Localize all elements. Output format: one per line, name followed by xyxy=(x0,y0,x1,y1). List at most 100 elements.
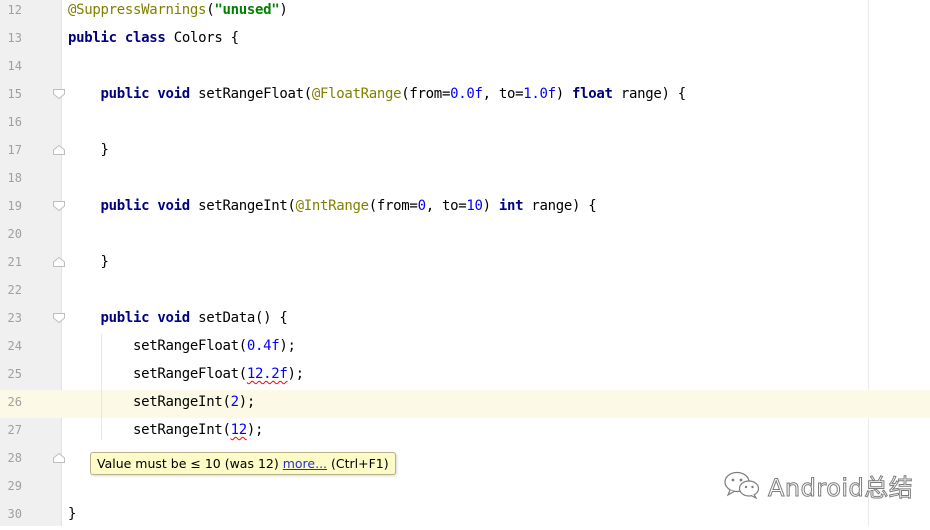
code-line[interactable]: 17 } xyxy=(0,138,930,166)
line-number: 13 xyxy=(7,31,22,45)
code-token: } xyxy=(68,254,109,270)
tooltip-shortcut: (Ctrl+F1) xyxy=(327,456,389,471)
code-text[interactable]: public void setRangeInt(@IntRange(from=0… xyxy=(68,194,597,222)
code-token: 0.4f xyxy=(246,338,280,354)
wechat-icon xyxy=(724,471,760,499)
code-token: 0 xyxy=(417,198,426,214)
line-number: 19 xyxy=(7,199,22,213)
code-line[interactable]: 14 xyxy=(0,54,930,82)
code-token: } xyxy=(68,506,77,522)
line-number: 27 xyxy=(7,423,22,437)
tooltip-more-link[interactable]: more... xyxy=(283,456,327,471)
code-token: ); xyxy=(279,338,296,354)
line-number: 12 xyxy=(7,3,22,17)
code-line[interactable]: 16 xyxy=(0,110,930,138)
code-token: (from= xyxy=(368,198,418,214)
code-text[interactable]: } xyxy=(68,138,109,166)
line-number: 22 xyxy=(7,283,22,297)
code-text[interactable]: public class Colors { xyxy=(68,26,239,54)
code-line[interactable]: 21 } xyxy=(0,250,930,278)
watermark-text: Android总结 xyxy=(767,473,914,502)
line-number: 23 xyxy=(7,311,22,325)
code-text[interactable]: public void setData() { xyxy=(68,306,288,334)
code-line[interactable]: 19 public void setRangeInt(@IntRange(fro… xyxy=(0,194,930,222)
code-token: Colors { xyxy=(173,30,239,46)
line-number: 24 xyxy=(7,339,22,353)
code-token: } xyxy=(68,142,109,158)
code-token: setRangeFloat( xyxy=(68,338,247,354)
code-token: (from= xyxy=(401,86,451,102)
code-text[interactable]: setRangeFloat(0.4f); xyxy=(68,334,296,362)
fold-close-icon[interactable] xyxy=(53,453,65,463)
code-line[interactable]: 25 setRangeFloat(12.2f); xyxy=(0,362,930,390)
code-token: ); xyxy=(287,366,305,382)
code-token: ) xyxy=(555,86,573,102)
code-token: public void xyxy=(68,198,199,214)
line-number: 26 xyxy=(7,395,22,409)
code-text[interactable]: setRangeFloat(12.2f); xyxy=(68,362,304,390)
code-line[interactable]: 12 @SuppressWarnings("unused") xyxy=(0,0,930,26)
code-token: setRangeInt( xyxy=(68,422,231,438)
line-number: 17 xyxy=(7,143,22,157)
tooltip-message: Value must be ≤ 10 (was 12) xyxy=(97,456,283,471)
code-line[interactable]: 22 xyxy=(0,278,930,306)
code-text[interactable]: } xyxy=(68,250,109,278)
code-token: 2 xyxy=(230,394,239,410)
code-token: ) xyxy=(279,2,288,18)
line-number: 21 xyxy=(7,255,22,269)
code-token: @FloatRange xyxy=(311,86,402,102)
code-token: int xyxy=(498,198,532,214)
code-token: ); xyxy=(246,422,264,438)
code-token: ) xyxy=(482,198,499,214)
code-line[interactable]: 18 xyxy=(0,166,930,194)
code-text[interactable]: setRangeInt(12); xyxy=(68,418,263,446)
watermark: Android总结 xyxy=(724,468,913,502)
code-line[interactable]: 27 setRangeInt(12); xyxy=(0,418,930,446)
code-line[interactable]: 13 public class Colors { xyxy=(0,26,930,54)
code-token: 12.2f xyxy=(246,366,288,382)
code-token: setRangeFloat( xyxy=(198,86,312,102)
code-text[interactable]: setRangeInt(2); xyxy=(68,390,255,418)
code-token: , to= xyxy=(482,86,524,102)
line-number: 28 xyxy=(7,451,22,465)
code-editor[interactable]: 12 @SuppressWarnings("unused") 13 public cl… xyxy=(0,0,930,526)
fold-open-icon[interactable] xyxy=(53,201,65,211)
code-token: , to= xyxy=(425,198,467,214)
code-text[interactable]: @SuppressWarnings("unused") xyxy=(68,0,288,26)
inspection-tooltip: Value must be ≤ 10 (was 12) more... (Ctr… xyxy=(90,452,396,475)
code-line[interactable]: 20 xyxy=(0,222,930,250)
code-token: @SuppressWarnings xyxy=(68,2,207,18)
code-line[interactable]: 24 setRangeFloat(0.4f); xyxy=(0,334,930,362)
code-token: "unused" xyxy=(214,2,280,18)
fold-close-icon[interactable] xyxy=(53,145,65,155)
code-token: public void xyxy=(68,310,199,326)
code-token: 0.0f xyxy=(450,86,483,102)
code-line[interactable]: 15 public void setRangeFloat(@FloatRange… xyxy=(0,82,930,110)
line-number: 14 xyxy=(7,59,22,73)
code-token: setRangeInt( xyxy=(68,394,231,410)
code-token: float xyxy=(572,86,621,102)
code-token: setRangeFloat( xyxy=(68,366,247,382)
fold-close-icon[interactable] xyxy=(53,257,65,267)
code-token: 10 xyxy=(466,198,483,214)
code-token: public class xyxy=(68,30,174,46)
code-token: 1.0f xyxy=(523,86,556,102)
code-text[interactable]: public void setRangeFloat(@FloatRange(fr… xyxy=(68,82,687,110)
code-token: public void xyxy=(68,86,199,102)
code-line[interactable]: 23 public void setData() { xyxy=(0,306,930,334)
code-token: setRangeInt( xyxy=(198,198,296,214)
code-token: ); xyxy=(238,394,256,410)
line-number: 25 xyxy=(7,367,22,381)
line-number: 15 xyxy=(7,87,22,101)
fold-open-icon[interactable] xyxy=(53,313,65,323)
line-number: 16 xyxy=(7,115,22,129)
line-number: 18 xyxy=(7,171,22,185)
code-token: 12 xyxy=(230,422,248,438)
code-line[interactable]: 26 setRangeInt(2); xyxy=(0,390,930,418)
code-token: range) { xyxy=(531,198,597,214)
code-token: @IntRange xyxy=(295,198,369,214)
fold-open-icon[interactable] xyxy=(53,89,65,99)
line-number: 20 xyxy=(7,227,22,241)
indent-guide xyxy=(101,334,102,440)
code-token: range) { xyxy=(620,86,686,102)
